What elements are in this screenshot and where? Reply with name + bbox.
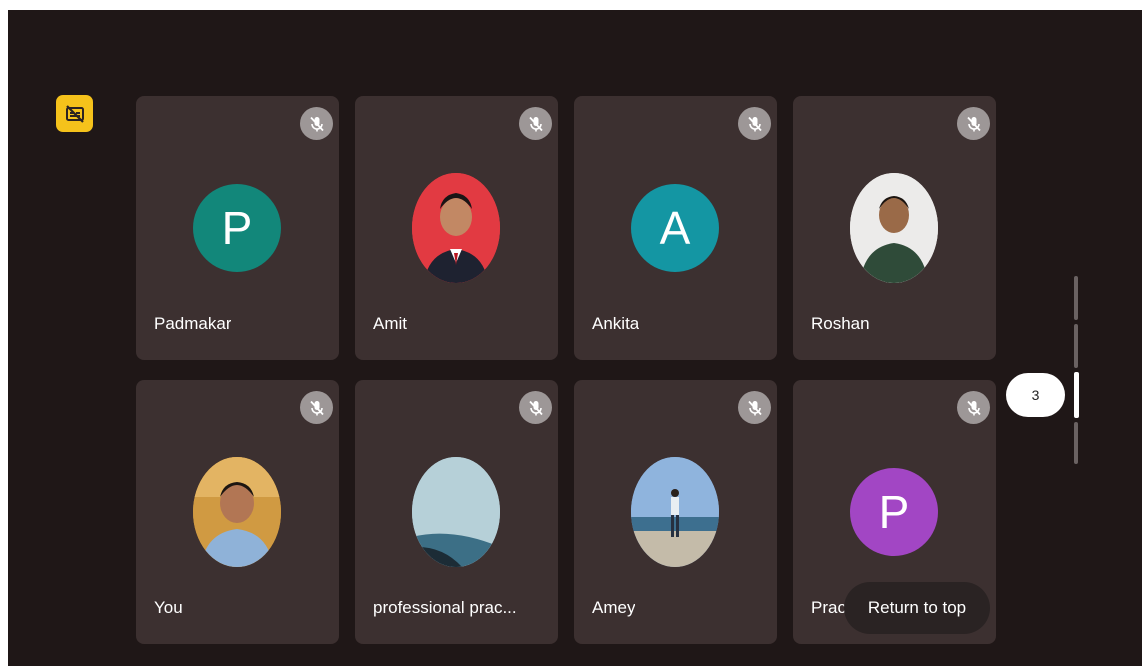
participant-tile-ankita[interactable]: A Ankita bbox=[574, 96, 777, 360]
participant-name: Prac bbox=[811, 598, 846, 617]
avatar: P bbox=[193, 184, 281, 272]
page-indicator-1[interactable] bbox=[1074, 276, 1078, 320]
mic-off-icon bbox=[300, 391, 333, 424]
mic-off-icon bbox=[738, 391, 771, 424]
avatar-photo bbox=[193, 457, 281, 567]
participant-tile-roshan[interactable]: Roshan bbox=[793, 96, 996, 360]
avatar-letter: P bbox=[878, 486, 910, 538]
meeting-stage: P Padmakar Amit A Ankita Roshan You prof… bbox=[8, 10, 1142, 666]
participant-tile-professional-prac[interactable]: professional prac... bbox=[355, 380, 558, 644]
mic-off-icon bbox=[957, 107, 990, 140]
participant-tile-amey[interactable]: Amey bbox=[574, 380, 777, 644]
mic-off-icon bbox=[300, 107, 333, 140]
page-indicator-2[interactable] bbox=[1074, 324, 1078, 368]
mic-off-icon bbox=[738, 107, 771, 140]
avatar: A bbox=[631, 184, 719, 272]
participant-tile-you[interactable]: You bbox=[136, 380, 339, 644]
participant-name: Amit bbox=[373, 314, 407, 333]
avatar: P bbox=[850, 468, 938, 556]
page-number-tooltip: 3 bbox=[1006, 373, 1065, 417]
participant-name: Padmakar bbox=[154, 314, 232, 333]
participant-name: professional prac... bbox=[373, 598, 517, 617]
avatar-photo bbox=[850, 173, 938, 283]
avatar-letter: A bbox=[659, 202, 691, 254]
participant-name: Roshan bbox=[811, 314, 870, 333]
participant-name: Ankita bbox=[592, 314, 640, 333]
return-to-top-button[interactable]: Return to top bbox=[844, 582, 990, 634]
participant-name: You bbox=[154, 598, 183, 617]
captions-off-icon[interactable] bbox=[56, 95, 93, 132]
mic-off-icon bbox=[519, 391, 552, 424]
avatar-photo bbox=[631, 457, 719, 567]
avatar-letter: P bbox=[221, 202, 253, 254]
participant-name: Amey bbox=[592, 598, 636, 617]
page-indicator-4[interactable] bbox=[1074, 422, 1078, 464]
mic-off-icon bbox=[519, 107, 552, 140]
avatar-photo bbox=[412, 173, 500, 283]
avatar-photo bbox=[412, 457, 500, 567]
page-indicator-3[interactable] bbox=[1074, 372, 1079, 418]
mic-off-icon bbox=[957, 391, 990, 424]
participant-tile-padmakar[interactable]: P Padmakar bbox=[136, 96, 339, 360]
participant-tile-amit[interactable]: Amit bbox=[355, 96, 558, 360]
